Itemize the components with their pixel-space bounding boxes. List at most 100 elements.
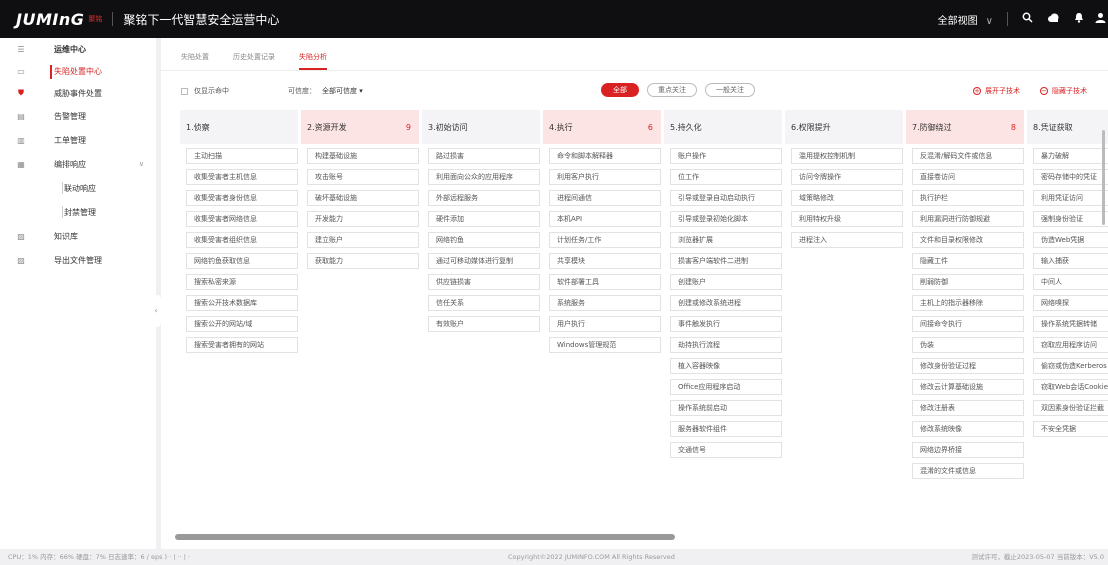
sidebar-item-tickets[interactable]: ▥ 工单管理 (0, 128, 156, 152)
sidebar-item-export-files[interactable]: ▨ 导出文件管理 (0, 248, 156, 272)
user-icon[interactable] (1092, 12, 1108, 26)
technique-tile[interactable]: 收集受害者身份信息 (186, 190, 298, 206)
technique-tile[interactable]: 网络钓鱼 (428, 232, 540, 248)
technique-tile[interactable]: 引导或登录初始化脚本 (670, 211, 782, 227)
sidebar-item-alarms[interactable]: ▤ 告警管理 (0, 104, 156, 128)
technique-tile[interactable]: 进程间通信 (549, 190, 661, 206)
tab-history-records[interactable]: 历史处置记录 (233, 52, 275, 70)
technique-tile[interactable]: 浏览器扩展 (670, 232, 782, 248)
technique-tile[interactable]: 外部远程服务 (428, 190, 540, 206)
technique-tile[interactable]: 域策略修改 (791, 190, 903, 206)
technique-tile[interactable]: 创建账户 (670, 274, 782, 290)
technique-tile[interactable]: 网络边界桥接 (912, 442, 1024, 458)
tactic-header[interactable]: 1.侦察 (180, 110, 298, 144)
pill-all[interactable]: 全部 (601, 83, 639, 97)
brand-logo[interactable]: JUMInG (16, 10, 84, 29)
technique-tile[interactable]: 攻击账号 (307, 169, 419, 185)
technique-tile[interactable]: 构建基础设施 (307, 148, 419, 164)
technique-tile[interactable]: 滥用提权控制机制 (791, 148, 903, 164)
technique-tile[interactable]: 硬件添加 (428, 211, 540, 227)
technique-tile[interactable]: 访问令牌操作 (791, 169, 903, 185)
technique-tile[interactable]: 开发能力 (307, 211, 419, 227)
technique-tile[interactable]: 位工作 (670, 169, 782, 185)
technique-tile[interactable]: 利用面向公众的应用程序 (428, 169, 540, 185)
technique-tile[interactable]: 计划任务/工作 (549, 232, 661, 248)
technique-tile[interactable]: 主动扫描 (186, 148, 298, 164)
technique-tile[interactable]: 破坏基础设施 (307, 190, 419, 206)
technique-tile[interactable]: 窃取应用程序访问 (1033, 337, 1108, 353)
technique-tile[interactable]: 直接卷访问 (912, 169, 1024, 185)
technique-tile[interactable]: 主机上的指示器移除 (912, 295, 1024, 311)
technique-tile[interactable]: 收集受害者组织信息 (186, 232, 298, 248)
technique-tile[interactable]: 搜索公开技术数据库 (186, 295, 298, 311)
checkbox-box[interactable] (181, 87, 188, 95)
search-icon[interactable] (1014, 12, 1040, 26)
sidebar-item-ops-center[interactable]: ☰ 运维中心 (0, 38, 156, 60)
view-selector[interactable]: 全部视图 ∨ (938, 12, 993, 27)
technique-tile[interactable]: 削弱防御 (912, 274, 1024, 290)
tactic-header[interactable]: 8.凭证获取 (1027, 110, 1108, 144)
technique-tile[interactable]: 利用特权升级 (791, 211, 903, 227)
sidebar-item-compromise-center[interactable]: ▭ 失陷处置中心 (0, 60, 156, 82)
tactic-header[interactable]: 6.权限提升 (785, 110, 903, 144)
technique-tile[interactable]: 账户操作 (670, 148, 782, 164)
technique-tile[interactable]: 通过可移动媒体进行复制 (428, 253, 540, 269)
technique-tile[interactable]: 伪造Web凭据 (1033, 232, 1108, 248)
technique-tile[interactable]: 信任关系 (428, 295, 540, 311)
technique-tile[interactable]: 强制身份验证 (1033, 211, 1108, 227)
pill-key-focus[interactable]: 重点关注 (647, 83, 697, 97)
chevron-down-icon[interactable]: ∨ (139, 160, 144, 168)
technique-tile[interactable]: 反混淆/解码文件或信息 (912, 148, 1024, 164)
technique-tile[interactable]: 执行护栏 (912, 190, 1024, 206)
sidebar-item-threat-events[interactable]: ⛊ 威胁事件处置 (0, 82, 156, 104)
sidebar-collapse-button[interactable]: ‹ (151, 295, 161, 327)
technique-tile[interactable]: 创建或修改系统进程 (670, 295, 782, 311)
technique-tile[interactable]: 用户执行 (549, 316, 661, 332)
only-hit-checkbox[interactable]: 仅显示命中 (181, 86, 229, 96)
technique-tile[interactable]: 混淆的文件或信息 (912, 463, 1024, 479)
technique-tile[interactable]: 系统服务 (549, 295, 661, 311)
horizontal-scrollbar[interactable] (175, 534, 675, 540)
technique-tile[interactable]: 利用凭证访问 (1033, 190, 1108, 206)
technique-tile[interactable]: 利用漏洞进行防御规避 (912, 211, 1024, 227)
technique-tile[interactable]: 共享模块 (549, 253, 661, 269)
technique-tile[interactable]: 操作系统前启动 (670, 400, 782, 416)
cloud-icon[interactable] (1040, 13, 1066, 26)
hide-subtechniques-button[interactable]: − 隐藏子技术 (1040, 86, 1087, 96)
technique-tile[interactable]: 服务器软件组件 (670, 421, 782, 437)
confidence-filter[interactable]: 可信度： 全部可信度 ▾ (288, 86, 363, 96)
technique-tile[interactable]: 密码存储中的凭证 (1033, 169, 1108, 185)
technique-tile[interactable]: 搜索受害者拥有的网站 (186, 337, 298, 353)
tactic-header[interactable]: 3.初始访问 (422, 110, 540, 144)
technique-tile[interactable]: 网络钓鱼获取信息 (186, 253, 298, 269)
technique-tile[interactable]: 路过损害 (428, 148, 540, 164)
vertical-scrollbar[interactable] (1102, 130, 1105, 225)
bell-icon[interactable] (1066, 12, 1092, 26)
technique-tile[interactable]: 进程注入 (791, 232, 903, 248)
technique-tile[interactable]: Office应用程序启动 (670, 379, 782, 395)
technique-tile[interactable]: Windows管理规范 (549, 337, 661, 353)
technique-tile[interactable]: 搜索公开的网站/域 (186, 316, 298, 332)
technique-tile[interactable]: 修改系统映像 (912, 421, 1024, 437)
technique-tile[interactable]: 供应链损害 (428, 274, 540, 290)
technique-tile[interactable]: 植入容器映像 (670, 358, 782, 374)
technique-tile[interactable]: 劫持执行流程 (670, 337, 782, 353)
technique-tile[interactable]: 损害客户端软件二进制 (670, 253, 782, 269)
confidence-select[interactable]: 全部可信度 ▾ (322, 87, 363, 95)
technique-tile[interactable]: 修改注册表 (912, 400, 1024, 416)
technique-tile[interactable]: 有效账户 (428, 316, 540, 332)
sidebar-item-orchestration[interactable]: ▦ 编排响应 ∨ (0, 152, 156, 176)
pill-general-focus[interactable]: 一般关注 (705, 83, 755, 97)
technique-tile[interactable]: 软件部署工具 (549, 274, 661, 290)
tab-compromise-handling[interactable]: 失陷处置 (181, 52, 209, 70)
technique-tile[interactable]: 文件和目录权限修改 (912, 232, 1024, 248)
sidebar-item-block-management[interactable]: 封禁管理 (0, 200, 156, 224)
technique-tile[interactable]: 搜索私密来源 (186, 274, 298, 290)
technique-tile[interactable]: 偷窃或伪造Kerberos (1033, 358, 1108, 374)
technique-tile[interactable]: 暴力破解 (1033, 148, 1108, 164)
technique-tile[interactable]: 收集受害者主机信息 (186, 169, 298, 185)
sidebar-item-linkage-response[interactable]: 联动响应 (0, 176, 156, 200)
tab-compromise-analysis[interactable]: 失陷分析 (299, 52, 327, 70)
technique-tile[interactable]: 引导或登录自动启动执行 (670, 190, 782, 206)
technique-tile[interactable]: 事件触发执行 (670, 316, 782, 332)
